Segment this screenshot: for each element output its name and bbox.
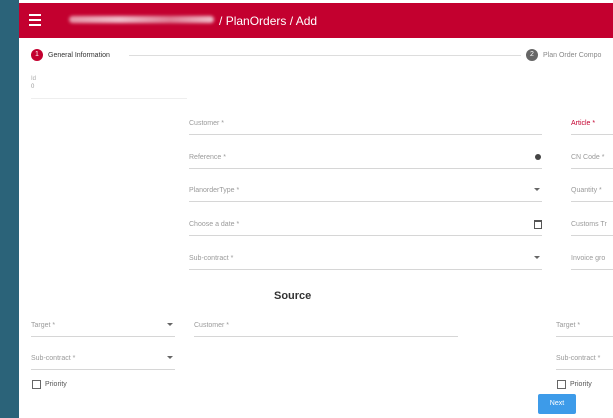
calendar-icon[interactable] — [534, 220, 542, 229]
customer-label: Customer * — [189, 120, 225, 127]
destination-target-label: Target * — [556, 322, 581, 329]
step-number-badge: 1 — [31, 49, 43, 61]
planorder-type-select[interactable]: PlanorderType * — [189, 187, 542, 202]
destination-target-select[interactable]: Target * — [556, 322, 613, 337]
source-priority-label: Priority — [45, 381, 67, 388]
source-section-title: Source — [274, 290, 312, 302]
date-label: Choose a date * — [189, 221, 240, 228]
hamburger-menu-icon[interactable] — [29, 14, 41, 26]
id-field: Id 0 — [31, 76, 187, 99]
breadcrumb-add: Add — [295, 14, 318, 28]
subcontract-select[interactable]: Sub-contract * — [189, 255, 542, 270]
source-subcontract-label: Sub-contract * — [31, 355, 76, 362]
checkbox-box[interactable] — [557, 380, 566, 389]
step-number-badge: 2 — [526, 49, 538, 61]
cn-code-label: CN Code * — [571, 154, 605, 161]
breadcrumb-planorders[interactable]: PlanOrders — [226, 14, 287, 28]
article-label: Article * — [571, 120, 596, 127]
source-customer-label: Customer * — [194, 322, 230, 329]
stepper-connector — [129, 55, 521, 56]
invoice-group-label: Invoice gro — [571, 255, 606, 262]
subcontract-label: Sub-contract * — [189, 255, 234, 262]
quantity-field[interactable]: Quantity * — [571, 187, 613, 202]
destination-priority-label: Priority — [570, 381, 592, 388]
reference-field[interactable]: Reference * — [189, 154, 542, 169]
source-customer-field[interactable]: Customer * — [194, 322, 458, 337]
invoice-group-field[interactable]: Invoice gro — [571, 255, 613, 270]
chevron-down-icon — [167, 356, 173, 359]
top-app-bar: / PlanOrders / Add — [19, 3, 613, 38]
customs-label: Customs Tr — [571, 221, 607, 228]
reference-label: Reference * — [189, 154, 226, 161]
step-plan-order-components[interactable]: 2 Plan Order Compo — [526, 49, 601, 61]
step-label: General Information — [48, 51, 110, 59]
customer-field[interactable]: Customer * — [189, 120, 542, 135]
checkbox-box[interactable] — [32, 380, 41, 389]
next-button[interactable]: Next — [538, 394, 576, 414]
destination-subcontract-select[interactable]: Sub-contract * — [556, 355, 613, 370]
article-field[interactable]: Article * — [571, 120, 613, 135]
planorder-type-label: PlanorderType * — [189, 187, 240, 194]
destination-priority-checkbox[interactable]: Priority — [557, 380, 592, 389]
breadcrumb-separator: / — [219, 14, 223, 28]
customs-field[interactable]: Customs Tr — [571, 221, 613, 236]
breadcrumb-separator: / — [289, 14, 294, 28]
date-picker-field[interactable]: Choose a date * — [189, 220, 542, 236]
source-priority-checkbox[interactable]: Priority — [32, 380, 67, 389]
source-target-select[interactable]: Target * — [31, 322, 175, 337]
quantity-label: Quantity * — [571, 187, 602, 194]
chevron-down-icon — [167, 323, 173, 326]
app-screen: / PlanOrders / Add 1 General Information … — [19, 0, 613, 418]
chevron-down-icon — [534, 188, 540, 191]
destination-subcontract-label: Sub-contract * — [556, 355, 601, 362]
breadcrumb: / PlanOrders / Add — [219, 14, 317, 28]
step-label: Plan Order Compo — [543, 51, 602, 59]
reference-indicator-icon — [535, 154, 541, 160]
id-label: Id — [31, 76, 37, 82]
source-target-label: Target * — [31, 322, 56, 329]
source-subcontract-select[interactable]: Sub-contract * — [31, 355, 175, 370]
step-general-information[interactable]: 1 General Information — [31, 49, 110, 61]
chevron-down-icon — [534, 256, 540, 259]
blurred-app-name — [69, 16, 214, 23]
cn-code-field[interactable]: CN Code * — [571, 154, 613, 169]
id-value: 0 — [31, 84, 35, 90]
